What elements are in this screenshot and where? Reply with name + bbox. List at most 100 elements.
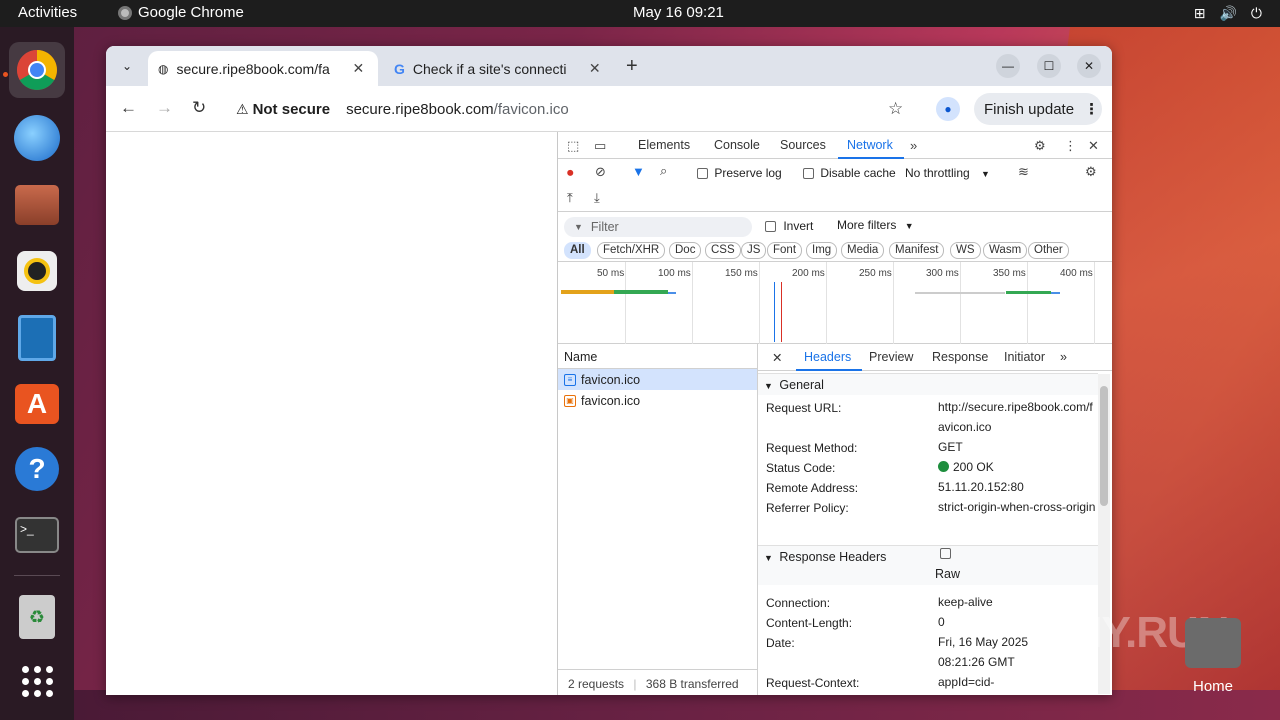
network-overview-timeline[interactable]: 50 ms 100 ms 150 ms 200 ms 250 ms 300 ms… xyxy=(558,262,1112,344)
device-toolbar-icon[interactable]: ▭ xyxy=(594,138,606,154)
type-filter-bar: All Fetch/XHR Doc CSS JS Font Img Media … xyxy=(558,238,1112,262)
search-icon[interactable]: ⌕ xyxy=(660,163,667,179)
filter-other[interactable]: Other xyxy=(1028,242,1069,259)
invert-checkbox[interactable] xyxy=(765,221,776,233)
settings-gear-icon[interactable]: ⚙ xyxy=(1034,138,1046,154)
filter-doc[interactable]: Doc xyxy=(669,242,702,259)
scrollbar-thumb[interactable] xyxy=(1100,386,1108,506)
network-settings-icon[interactable]: ⚙ xyxy=(1085,164,1097,180)
transferred-size: 368 B transferred xyxy=(645,677,739,691)
address-bar[interactable]: ⚠ Not secure secure.ripe8book.com/favico… xyxy=(226,92,918,126)
more-detail-tabs-icon[interactable]: » xyxy=(1060,350,1067,364)
chrome-dock-icon[interactable] xyxy=(9,42,65,98)
filter-input[interactable]: ▼ Filter xyxy=(564,217,752,237)
close-devtools-icon[interactable]: ✕ xyxy=(1088,138,1099,154)
record-stop-icon[interactable]: ⏺ xyxy=(567,165,574,181)
raw-checkbox[interactable] xyxy=(940,548,951,559)
filter-wasm[interactable]: Wasm xyxy=(983,242,1028,259)
tab-ripe8book[interactable]: ◍ secure.ripe8book.com/fa ✕ xyxy=(148,51,378,86)
timeline-tick: 100 ms xyxy=(658,268,691,279)
minimize-button[interactable]: — xyxy=(996,54,1020,78)
close-window-button[interactable]: ✕ xyxy=(1077,54,1101,78)
app-name-label: Google Chrome xyxy=(138,4,244,21)
filter-js[interactable]: JS xyxy=(741,242,767,259)
filter-img[interactable]: Img xyxy=(806,242,838,259)
new-tab-button[interactable]: + xyxy=(626,55,638,78)
close-tab-icon[interactable]: ✕ xyxy=(352,60,364,77)
volume-icon: 🔊 xyxy=(1219,5,1237,21)
maximize-button[interactable]: ☐ xyxy=(1037,54,1061,78)
not-secure-label[interactable]: Not secure xyxy=(253,101,331,118)
timing-bar-tail-2 xyxy=(1051,292,1060,294)
close-detail-icon[interactable]: ✕ xyxy=(772,350,782,365)
preserve-log-toggle[interactable]: Preserve log xyxy=(697,166,782,180)
filter-placeholder: Filter xyxy=(590,220,619,234)
request-row[interactable]: ≡ favicon.ico xyxy=(558,369,757,390)
system-tray[interactable]: ⊞ 🔊 ⏻ xyxy=(1194,5,1262,22)
devtools-menu-icon[interactable]: ⋮ xyxy=(1064,138,1077,154)
tab-console[interactable]: Console xyxy=(714,138,760,152)
export-har-icon[interactable]: ⤓ xyxy=(594,190,600,206)
help-dock-icon[interactable]: ? xyxy=(9,441,65,497)
trash-dock-icon[interactable]: ♻ xyxy=(9,589,65,645)
bookmark-star-icon[interactable]: ☆ xyxy=(888,99,903,119)
timing-bar-queued xyxy=(915,292,1005,294)
filter-media[interactable]: Media xyxy=(841,242,885,259)
files-dock-icon[interactable] xyxy=(9,177,65,233)
tab-initiator[interactable]: Initiator xyxy=(1004,350,1045,364)
filter-css[interactable]: CSS xyxy=(705,242,741,259)
disable-cache-checkbox[interactable] xyxy=(803,168,814,180)
disable-cache-toggle[interactable]: Disable cache xyxy=(803,166,896,180)
filter-manifest[interactable]: Manifest xyxy=(889,242,945,259)
rhythmbox-dock-icon[interactable] xyxy=(9,243,65,299)
thunderbird-dock-icon[interactable] xyxy=(9,110,65,166)
filter-fetch-xhr[interactable]: Fetch/XHR xyxy=(597,242,666,259)
close-tab-icon[interactable]: ✕ xyxy=(589,60,601,77)
response-headers-section-header[interactable]: ▼ Response Headers Raw xyxy=(758,545,1098,585)
throttling-select[interactable]: No throttling ▼ xyxy=(905,166,990,180)
tab-sources[interactable]: Sources xyxy=(780,138,826,152)
import-har-icon[interactable]: ⤒ xyxy=(567,190,573,206)
reload-button[interactable]: ↻ xyxy=(192,98,206,118)
more-tabs-icon[interactable]: » xyxy=(910,138,917,153)
filter-font[interactable]: Font xyxy=(767,242,803,259)
general-section-header[interactable]: ▼ General xyxy=(758,373,1098,395)
profile-avatar[interactable]: ● xyxy=(936,97,960,121)
filter-funnel-icon[interactable]: ▼ xyxy=(632,164,645,179)
terminal-dock-icon[interactable]: >_ xyxy=(9,507,65,563)
document-icon: ≡ xyxy=(564,373,576,386)
home-folder-icon[interactable] xyxy=(1185,618,1241,668)
network-conditions-icon[interactable]: ≋ xyxy=(1018,164,1029,180)
finish-update-label: Finish update xyxy=(984,100,1075,118)
inspect-element-icon[interactable]: ⬚ xyxy=(567,138,579,154)
clock[interactable]: May 16 09:21 xyxy=(633,4,724,21)
activities-button[interactable]: Activities xyxy=(18,4,77,21)
tab-headers[interactable]: Headers xyxy=(804,350,851,364)
finish-update-button[interactable]: Finish update ⋮ xyxy=(974,93,1102,125)
home-label: Home xyxy=(1193,678,1234,695)
request-row[interactable]: ▣ favicon.ico xyxy=(558,390,757,411)
tab-search-button[interactable]: ⌄ xyxy=(115,54,139,78)
forward-button[interactable]: → xyxy=(156,98,173,118)
app-menu[interactable]: Google Chrome xyxy=(118,4,244,21)
tab-elements[interactable]: Elements xyxy=(638,138,690,152)
filter-all[interactable]: All xyxy=(564,242,591,259)
show-apps-icon[interactable] xyxy=(9,653,65,709)
filter-ws[interactable]: WS xyxy=(950,242,981,259)
invert-toggle[interactable]: Invert xyxy=(765,219,813,233)
tab-network[interactable]: Network xyxy=(847,138,893,152)
clear-icon[interactable]: ⊘ xyxy=(595,164,606,180)
request-count: 2 requests xyxy=(568,677,625,691)
name-column-header[interactable]: Name xyxy=(558,344,757,369)
back-button[interactable]: ← xyxy=(120,98,137,118)
more-filters-dropdown[interactable]: More filters ▼ xyxy=(837,218,914,232)
writer-dock-icon[interactable] xyxy=(9,310,65,366)
timeline-tick: 200 ms xyxy=(792,268,825,279)
timing-bar-download xyxy=(614,290,668,294)
tab-preview[interactable]: Preview xyxy=(869,350,913,364)
tab-response[interactable]: Response xyxy=(932,350,988,364)
preserve-log-checkbox[interactable] xyxy=(697,168,708,180)
app-center-dock-icon[interactable]: A xyxy=(9,376,65,432)
kebab-menu-icon: ⋮ xyxy=(1084,101,1100,118)
tab-check-site[interactable]: G Check if a site's connecti ✕ xyxy=(384,51,620,86)
